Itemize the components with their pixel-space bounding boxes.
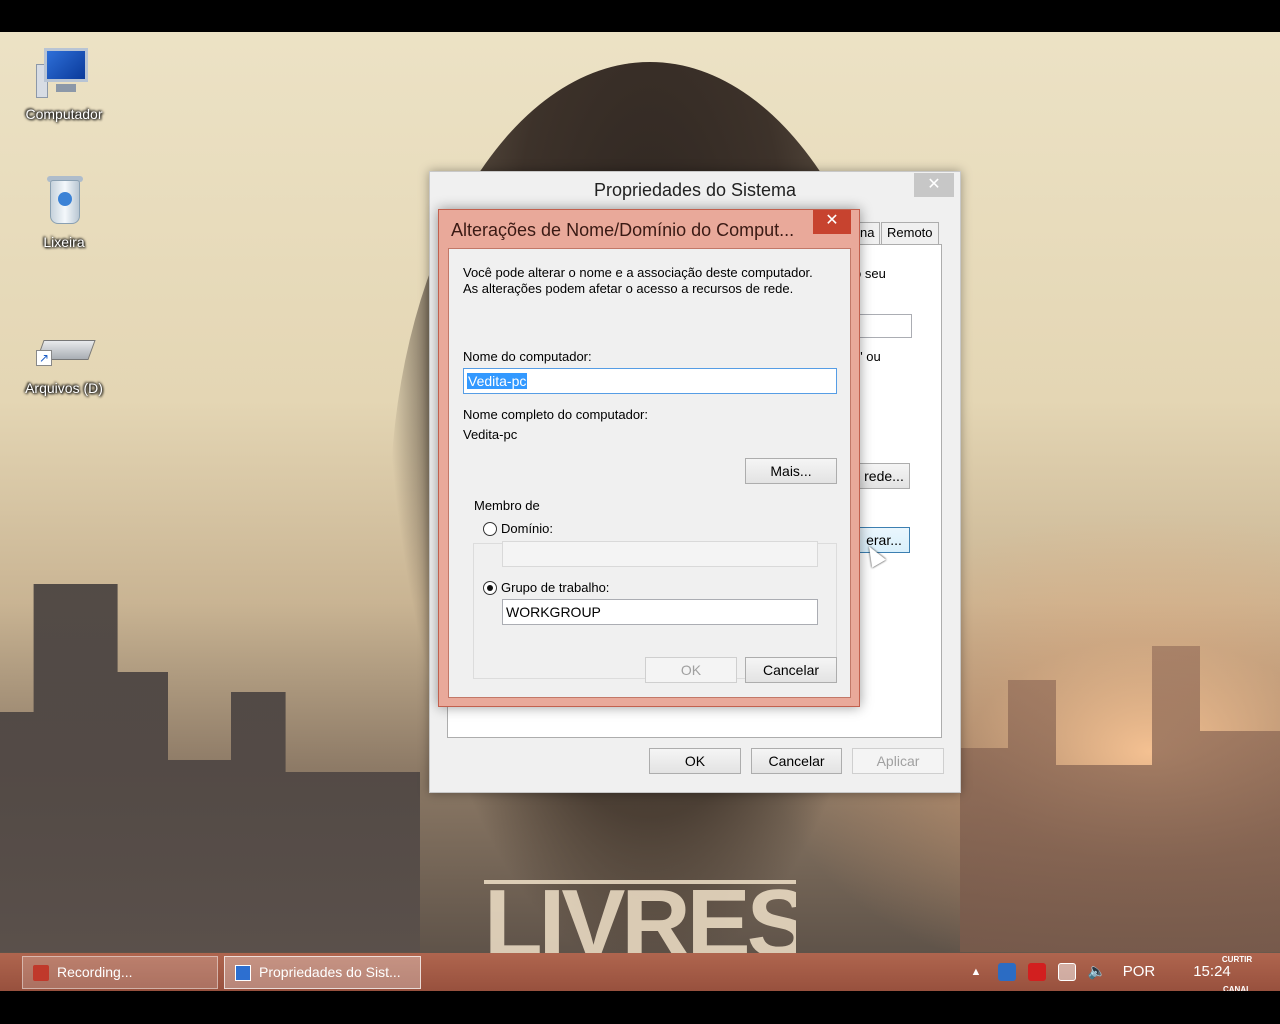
workgroup-radio[interactable] [483,581,497,595]
network-id-button[interactable]: rede... [858,463,910,489]
computer-name-value: Vedita-pc [467,373,528,389]
description-line: As alterações podem afetar o acesso a re… [463,281,794,296]
close-button[interactable]: ✕ [914,173,954,197]
desktop-icon-label: Computador [25,106,103,122]
taskbar-item-label: Recording... [57,964,133,980]
taskbar: Recording... Propriedades do Sist... ▲ 🔈… [0,953,1280,991]
computer-icon [36,46,92,102]
system-properties-icon [235,965,251,981]
desktop-icon-label: Lixeira [43,234,85,250]
close-icon: ✕ [927,176,941,193]
workgroup-label: Grupo de trabalho: [501,580,610,595]
wallpaper-city-right [960,646,1280,952]
wallpaper-logo: LIVRES [484,880,796,953]
full-name-value: Vedita-pc [463,427,518,442]
desktop-icon-recycle-bin[interactable]: Lixeira [14,174,114,250]
antivirus-icon[interactable] [1028,963,1046,981]
letterbox-top [0,0,1280,32]
domain-radio[interactable] [483,522,497,536]
desktop-icon-label: Arquivos (D) [25,380,103,396]
tab-remoto[interactable]: Remoto [881,222,939,244]
dialog-close-button[interactable]: ✕ [813,210,851,234]
domain-label: Domínio: [501,521,554,536]
computer-name-input[interactable]: Vedita-pc [463,368,837,394]
description-line: Você pode alterar o nome e a associação … [463,265,813,280]
member-of-label: Membro de [474,498,540,513]
taskbar-item-label: Propriedades do Sist... [259,964,401,980]
dialog-title: Alterações de Nome/Domínio do Comput... [451,220,795,240]
description-field[interactable] [858,314,912,338]
computer-name-label: Nome do computador: [463,349,592,364]
dialog-ok-button[interactable]: OK [645,657,737,683]
taskbar-item-system-properties[interactable]: Propriedades do Sist... [224,956,421,989]
dialog-body: Você pode alterar o nome e a associação … [448,248,851,698]
cancel-button[interactable]: Cancelar [751,748,842,774]
domain-input[interactable] [502,541,818,567]
input-language[interactable]: POR [1118,953,1160,991]
name-domain-changes-dialog: Alterações de Nome/Domínio do Comput... … [438,209,860,707]
apply-button[interactable]: Aplicar [852,748,944,774]
recycle-bin-icon [36,174,92,230]
taskbar-item-recording[interactable]: Recording... [22,956,218,989]
letterbox-bottom [0,991,1280,1024]
network-shield-icon[interactable] [998,963,1016,981]
network-icon[interactable] [1058,963,1076,981]
more-button[interactable]: Mais... [745,458,837,484]
desktop-icon-computer[interactable]: Computador [14,46,114,122]
window-title: Propriedades do Sistema [430,172,960,208]
show-hidden-icons-chevron-icon[interactable]: ▲ [968,953,984,991]
description-fragment: " ou [858,349,881,364]
volume-icon[interactable]: 🔈 [1086,953,1108,991]
drive-shortcut-icon: ↗ [36,320,96,376]
ok-button[interactable]: OK [649,748,741,774]
watermark-top-text: CURTIR [1221,955,1253,964]
dialog-cancel-button[interactable]: Cancelar [745,657,837,683]
workgroup-input[interactable]: WORKGROUP [502,599,818,625]
wallpaper-city-left [0,584,420,952]
desktop-icon-drive-d[interactable]: ↗ Arquivos (D) [14,320,114,396]
recording-icon [33,965,49,981]
full-name-label: Nome completo do computador: [463,407,648,422]
close-icon: ✕ [825,212,839,229]
